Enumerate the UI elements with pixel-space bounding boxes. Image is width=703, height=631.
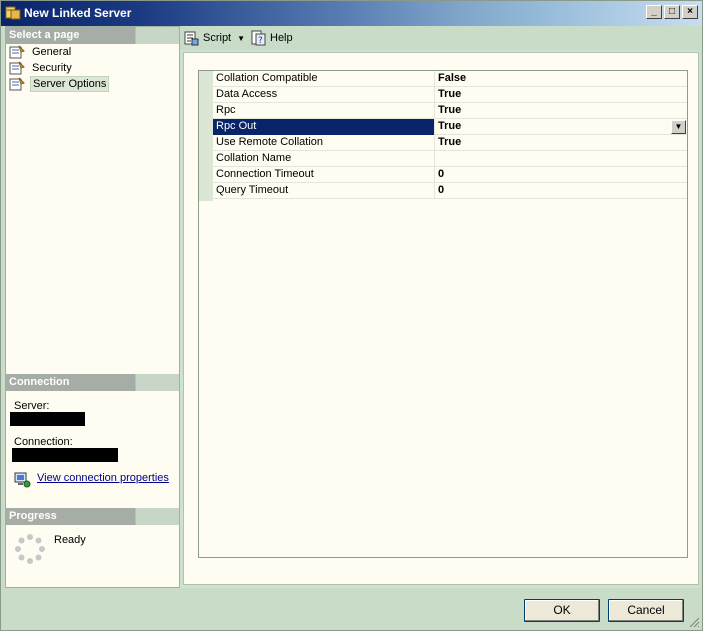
connection-properties-icon — [14, 472, 31, 488]
property-value[interactable]: 0 — [438, 168, 444, 180]
page-properties-icon — [9, 77, 25, 90]
script-label: Script — [203, 32, 232, 44]
property-name: Use Remote Collation — [216, 136, 323, 148]
column-divider — [434, 87, 435, 103]
property-name: Connection Timeout — [216, 168, 314, 180]
progress-spinner-icon — [15, 534, 45, 564]
connection-label: Connection: — [14, 436, 73, 448]
left-navigation-pane: Select a page General Security Server Op… — [5, 26, 180, 588]
script-icon — [184, 31, 199, 46]
window-title: New Linked Server — [24, 6, 132, 20]
cancel-button[interactable]: Cancel — [608, 599, 684, 622]
minimize-button[interactable]: _ — [646, 5, 662, 19]
property-value[interactable]: 0 — [438, 184, 444, 196]
help-label: Help — [270, 32, 293, 44]
column-divider — [434, 103, 435, 119]
page-properties-icon — [9, 61, 25, 74]
dialog-button-bar: OK Cancel — [1, 589, 702, 630]
page-item-server-options[interactable]: Server Options — [9, 75, 110, 92]
page-item-label: General — [32, 45, 72, 58]
property-row-rpc[interactable]: Rpc True — [213, 103, 687, 119]
progress-status: Ready — [54, 534, 86, 546]
server-app-icon — [5, 6, 21, 20]
resize-grip-icon[interactable] — [688, 616, 700, 628]
select-page-header: Select a page — [6, 27, 179, 44]
property-grid: Collation Compatible False Data Access T… — [198, 70, 688, 558]
property-row-collation-name[interactable]: Collation Name — [213, 151, 687, 167]
toolbar: Script ▼ ? Help — [180, 26, 700, 50]
page-item-security[interactable]: Security — [9, 60, 74, 75]
server-value-redacted — [10, 412, 85, 426]
help-button[interactable]: ? Help — [250, 30, 293, 46]
page-item-label: Server Options — [30, 75, 110, 92]
property-name: Query Timeout — [216, 184, 289, 196]
property-row-rpc-out[interactable]: Rpc Out True ▼ — [213, 119, 687, 135]
maximize-button[interactable]: □ — [664, 5, 680, 19]
column-divider — [434, 71, 435, 87]
property-row-use-remote-collation[interactable]: Use Remote Collation True — [213, 135, 687, 151]
new-linked-server-dialog: New Linked Server _ □ × Select a page Ge… — [0, 0, 703, 631]
help-icon: ? — [251, 30, 266, 46]
view-connection-properties-link[interactable]: View connection properties — [37, 472, 169, 484]
property-grid-gutter — [199, 71, 213, 201]
content-area: Collation Compatible False Data Access T… — [183, 52, 699, 585]
ok-button[interactable]: OK — [524, 599, 600, 622]
property-row-data-access[interactable]: Data Access True — [213, 87, 687, 103]
property-value[interactable]: True — [438, 88, 461, 100]
value-dropdown-arrow-icon[interactable]: ▼ — [671, 120, 686, 134]
property-name: Collation Compatible — [216, 72, 318, 84]
property-value[interactable]: False — [438, 72, 466, 84]
property-value-dropdown[interactable]: True — [438, 120, 461, 132]
close-button[interactable]: × — [682, 5, 698, 19]
property-row-collation-compatible[interactable]: Collation Compatible False — [213, 71, 687, 87]
column-divider — [434, 183, 435, 199]
property-name: Collation Name — [216, 152, 292, 164]
svg-text:?: ? — [258, 36, 263, 46]
property-value[interactable]: True — [438, 136, 461, 148]
property-name: Rpc — [216, 104, 236, 116]
server-label: Server: — [14, 400, 50, 412]
column-divider — [434, 151, 435, 167]
property-name: Data Access — [216, 88, 278, 100]
property-value[interactable]: True — [438, 104, 461, 116]
connection-header: Connection — [6, 374, 179, 391]
connection-value-redacted — [12, 448, 118, 462]
script-dropdown-icon[interactable]: ▼ — [237, 34, 245, 43]
progress-header: Progress — [6, 508, 179, 525]
column-divider — [434, 135, 435, 151]
property-row-connection-timeout[interactable]: Connection Timeout 0 — [213, 167, 687, 183]
title-bar[interactable]: New Linked Server _ □ × — [1, 1, 702, 26]
page-properties-icon — [9, 45, 25, 58]
property-name: Rpc Out — [216, 120, 257, 132]
page-item-label: Security — [32, 61, 72, 74]
column-divider — [434, 167, 435, 183]
column-divider — [434, 119, 435, 135]
main-pane: Script ▼ ? Help Collation Compatible Fal… — [180, 26, 700, 588]
script-button[interactable]: Script ▼ — [183, 30, 245, 46]
page-item-general[interactable]: General — [9, 44, 73, 59]
property-row-query-timeout[interactable]: Query Timeout 0 — [213, 183, 687, 199]
